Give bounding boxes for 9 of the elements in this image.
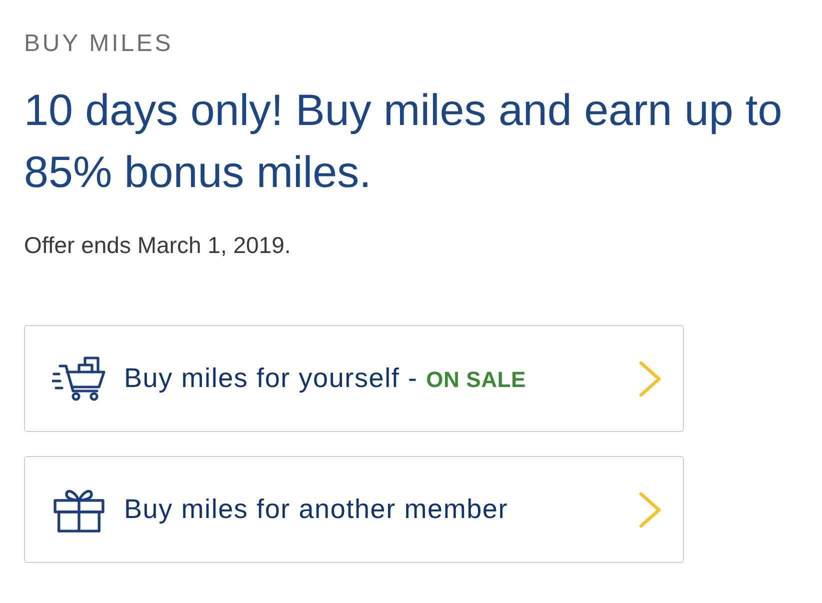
headline: 10 days only! Buy miles and earn up to 85% bonus miles. xyxy=(24,85,784,199)
shopping-cart-icon xyxy=(52,356,106,402)
sale-tag: ON SALE xyxy=(426,367,526,392)
buy-miles-option[interactable]: Buy miles for another member xyxy=(24,456,684,563)
buy-miles-option[interactable]: Buy miles for yourself - ON SALE xyxy=(24,325,684,432)
offer-end-note: Offer ends March 1, 2019. xyxy=(24,231,291,259)
section-label: BUY MILES xyxy=(24,30,174,58)
chevron-right-icon xyxy=(639,492,661,528)
chevron-right-icon xyxy=(639,360,661,396)
